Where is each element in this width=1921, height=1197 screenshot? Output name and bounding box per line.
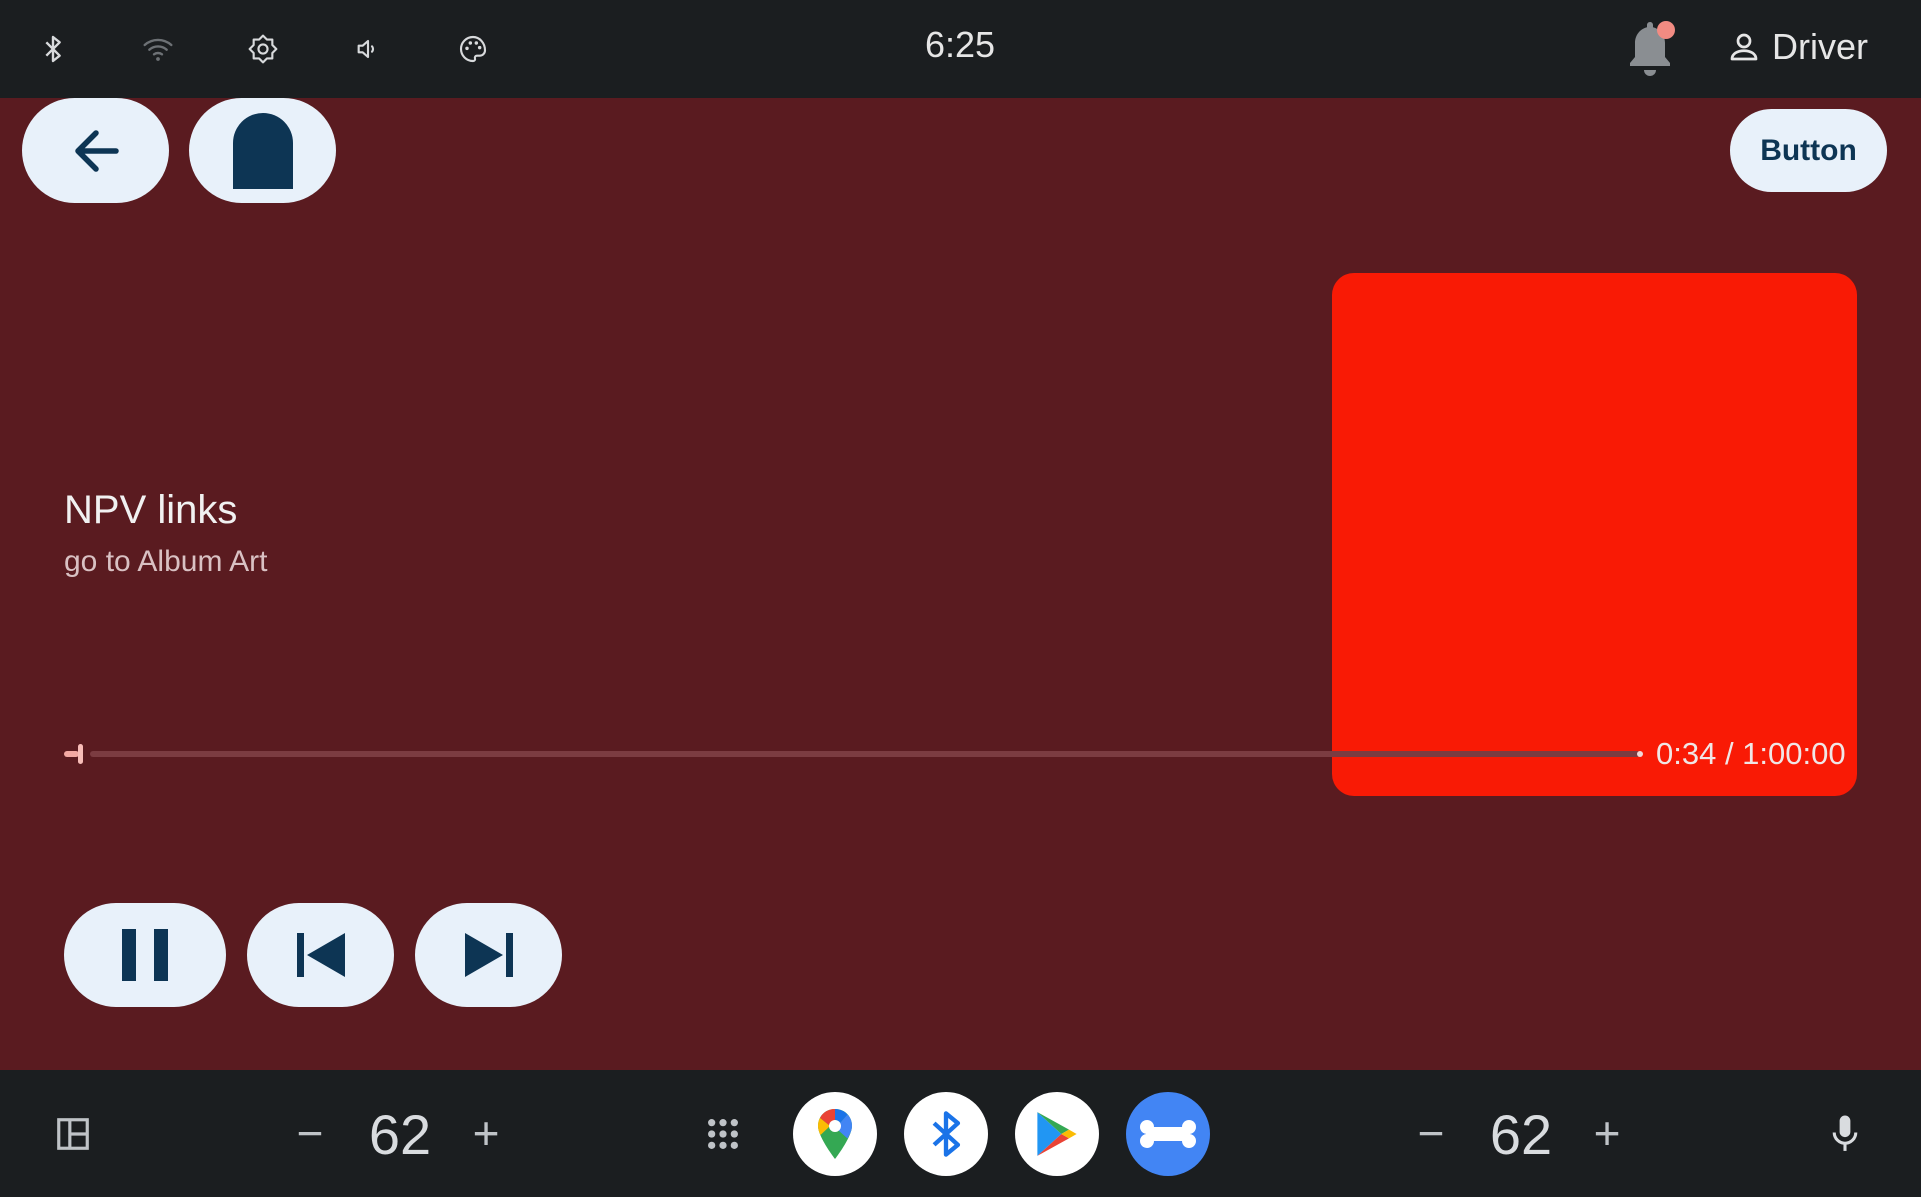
- split-screen-icon[interactable]: [54, 1115, 92, 1153]
- track-title[interactable]: NPV links: [64, 488, 237, 533]
- microphone-icon[interactable]: [1826, 1114, 1864, 1154]
- pause-icon: [122, 929, 168, 981]
- user-profile[interactable]: Driver: [1726, 26, 1868, 68]
- left-volume-down-button[interactable]: −: [290, 1103, 330, 1163]
- album-art[interactable]: [1332, 273, 1857, 796]
- status-clock: 6:25: [924, 24, 996, 65]
- track-subtitle[interactable]: go to Album Art: [64, 545, 267, 579]
- palette-icon[interactable]: [451, 27, 495, 71]
- skip-next-icon: [464, 933, 513, 977]
- maps-icon: [818, 1109, 852, 1159]
- back-button[interactable]: [22, 98, 169, 203]
- left-volume-up-button[interactable]: +: [466, 1103, 506, 1163]
- progress-fill: [64, 751, 79, 757]
- bluetooth-app-button[interactable]: [904, 1092, 988, 1176]
- skip-previous-button[interactable]: [247, 903, 394, 1007]
- bone-app-button[interactable]: [1126, 1092, 1210, 1176]
- left-volume-value: 62: [368, 1103, 432, 1166]
- custom-action-button[interactable]: Button: [1730, 109, 1887, 192]
- bluetooth-app-icon: [932, 1111, 961, 1157]
- wifi-icon[interactable]: [136, 27, 180, 71]
- user-name: Driver: [1772, 26, 1868, 67]
- play-store-app-button[interactable]: [1015, 1092, 1099, 1176]
- progress-thumb[interactable]: [78, 744, 83, 764]
- play-store-icon: [1037, 1112, 1077, 1156]
- right-volume-down-button[interactable]: −: [1411, 1103, 1451, 1163]
- bluetooth-icon[interactable]: [31, 27, 75, 71]
- pause-button[interactable]: [64, 903, 226, 1007]
- volume-icon[interactable]: [346, 27, 390, 71]
- browse-button[interactable]: [189, 98, 336, 203]
- right-volume-value: 62: [1489, 1103, 1553, 1166]
- notification-badge: [1657, 21, 1675, 39]
- arrow-left-icon: [74, 129, 119, 172]
- progress-track[interactable]: [90, 751, 1640, 757]
- skip-next-button[interactable]: [415, 903, 562, 1007]
- time-readout: 0:34 / 1:00:00: [1656, 736, 1846, 771]
- app-grid-icon[interactable]: [706, 1117, 740, 1151]
- maps-app-button[interactable]: [793, 1092, 877, 1176]
- status-bar: 6:25 Driver: [0, 0, 1921, 98]
- right-volume-up-button[interactable]: +: [1587, 1103, 1627, 1163]
- progress-end-marker: [1637, 751, 1643, 757]
- tombstone-icon: [232, 112, 293, 189]
- custom-action-label: Button: [1760, 133, 1857, 167]
- user-icon: [1730, 33, 1758, 61]
- brightness-icon[interactable]: [241, 27, 285, 71]
- skip-previous-icon: [296, 933, 345, 977]
- bone-app-icon: [1140, 1120, 1196, 1148]
